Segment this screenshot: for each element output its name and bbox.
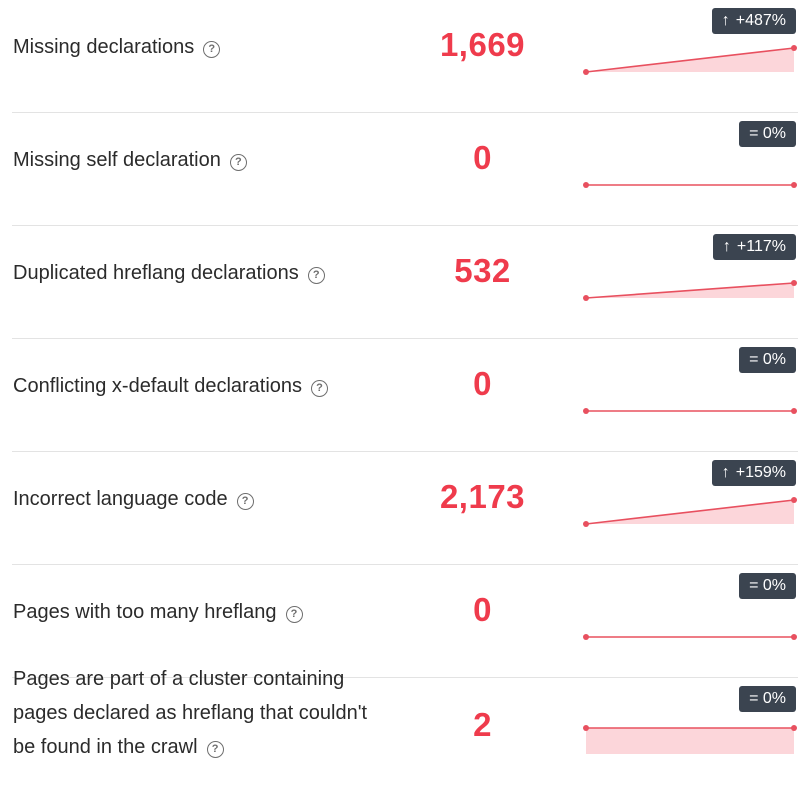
help-icon[interactable]: ? bbox=[307, 267, 325, 284]
issue-count[interactable]: 0 bbox=[400, 591, 565, 629]
trend-badge: = 0% bbox=[739, 121, 796, 147]
issue-row-incorrect-language-code[interactable]: Incorrect language code? 2,173 ↑ +159% bbox=[0, 452, 798, 565]
sparkline-point-end bbox=[791, 634, 797, 640]
help-icon[interactable]: ? bbox=[229, 154, 247, 171]
issue-count[interactable]: 0 bbox=[400, 139, 565, 177]
trend-percent: = 0% bbox=[749, 125, 786, 142]
arrow-up-icon: ↑ bbox=[721, 12, 730, 29]
issue-count[interactable]: 2,173 bbox=[400, 478, 565, 516]
sparkline-point-end bbox=[791, 280, 797, 286]
sparkline-chart bbox=[583, 182, 797, 188]
sparkline-point-start bbox=[583, 69, 589, 75]
trend-badge: ↑ +117% bbox=[712, 234, 796, 260]
sparkline-chart bbox=[583, 634, 797, 640]
trend-badge: ↑ +159% bbox=[711, 460, 796, 486]
trend-badge: = 0% bbox=[739, 573, 796, 599]
issue-count[interactable]: 1,669 bbox=[400, 26, 565, 64]
sparkline-point-start bbox=[583, 295, 589, 301]
arrow-up-icon: ↑ bbox=[721, 464, 730, 481]
sparkline-point-start bbox=[583, 634, 589, 640]
trend-percent: = 0% bbox=[749, 690, 786, 707]
issue-row-cluster-pages-not-found[interactable]: Pages are part of a cluster containing p… bbox=[0, 668, 798, 787]
issue-label: Incorrect language code? bbox=[13, 482, 373, 516]
issue-row-missing-declarations[interactable]: Missing declarations? 1,669 ↑ +487% bbox=[0, 0, 798, 113]
issue-label: Pages with too many hreflang? bbox=[13, 595, 373, 629]
trend-badge: = 0% bbox=[739, 686, 796, 712]
trend-percent: +117% bbox=[736, 238, 786, 255]
issue-count[interactable]: 2 bbox=[400, 706, 565, 744]
trend-badge: = 0% bbox=[739, 347, 796, 373]
sparkline-point-start bbox=[583, 521, 589, 527]
issue-count[interactable]: 532 bbox=[400, 252, 565, 290]
sparkline-chart bbox=[583, 497, 797, 527]
sparkline-point-start bbox=[583, 182, 589, 188]
trend-percent: +487% bbox=[735, 12, 786, 29]
sparkline-point-start bbox=[583, 408, 589, 414]
sparkline-point-end bbox=[791, 497, 797, 503]
sparkline-point-end bbox=[791, 408, 797, 414]
issue-label: Conflicting x-default declarations? bbox=[13, 369, 373, 403]
issue-label: Missing declarations? bbox=[13, 30, 373, 64]
sparkline-point-end bbox=[791, 182, 797, 188]
sparkline-point-start bbox=[583, 725, 589, 731]
issue-row-missing-self-declaration[interactable]: Missing self declaration? 0 = 0% bbox=[0, 113, 798, 226]
trend-badge: ↑ +487% bbox=[711, 8, 796, 34]
issue-label: Pages are part of a cluster containing p… bbox=[13, 668, 368, 758]
issue-label: Duplicated hreflang declarations? bbox=[13, 256, 373, 290]
help-icon[interactable]: ? bbox=[311, 380, 329, 397]
help-icon[interactable]: ? bbox=[285, 606, 303, 623]
trend-percent: = 0% bbox=[749, 577, 786, 594]
trend-percent: +159% bbox=[735, 464, 786, 481]
issue-row-duplicated-hreflang[interactable]: Duplicated hreflang declarations? 532 ↑ +… bbox=[0, 226, 798, 339]
sparkline-chart bbox=[583, 408, 797, 414]
sparkline-area bbox=[586, 728, 794, 754]
issue-row-conflicting-x-default[interactable]: Conflicting x-default declarations? 0 = … bbox=[0, 339, 798, 452]
trend-percent: = 0% bbox=[749, 351, 786, 368]
sparkline-point-end bbox=[791, 45, 797, 51]
sparkline-chart bbox=[583, 280, 797, 301]
help-icon[interactable]: ? bbox=[203, 41, 221, 58]
help-icon[interactable]: ? bbox=[206, 741, 224, 758]
issue-count[interactable]: 0 bbox=[400, 365, 565, 403]
sparkline-point-end bbox=[791, 725, 797, 731]
sparkline-chart bbox=[583, 725, 797, 754]
issue-label: Missing self declaration? bbox=[13, 143, 373, 177]
sparkline-chart bbox=[583, 45, 797, 75]
help-icon[interactable]: ? bbox=[236, 493, 254, 510]
arrow-up-icon: ↑ bbox=[722, 238, 731, 255]
